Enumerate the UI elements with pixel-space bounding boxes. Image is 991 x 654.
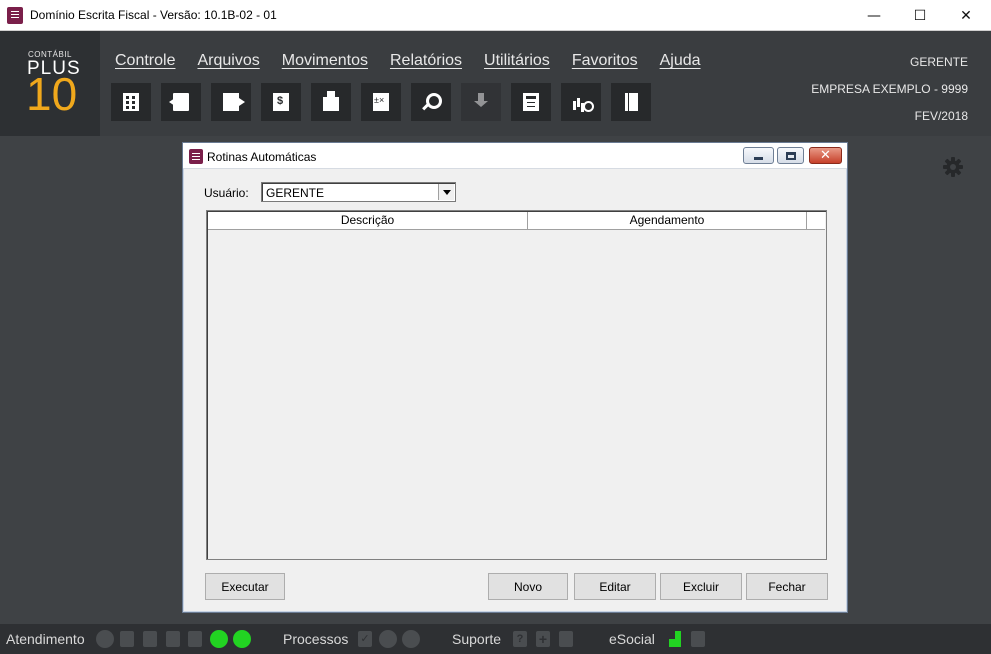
record-icon[interactable] <box>96 630 114 648</box>
list-icon[interactable] <box>143 631 157 647</box>
building-icon <box>123 93 139 111</box>
period: FEV/2018 <box>914 109 968 123</box>
dialog-maximize-button[interactable] <box>777 147 804 164</box>
esocial-status-icon[interactable] <box>669 631 683 647</box>
status-online-icon <box>210 630 228 648</box>
printer-icon <box>323 91 339 111</box>
dialog-titlebar: Rotinas Automáticas ✕ <box>183 143 847 169</box>
list-icon[interactable] <box>559 631 573 647</box>
support-label: Suporte <box>452 631 502 647</box>
chart-search-icon <box>573 93 594 112</box>
menu-relatorios[interactable]: Relatórios <box>390 52 462 70</box>
delete-button[interactable]: Excluir <box>660 573 742 600</box>
statusbar: Atendimento Processos ✓ Suporte ? + eSoc… <box>0 624 991 654</box>
toolbar <box>111 83 651 121</box>
plus-icon[interactable]: + <box>536 631 550 647</box>
toolbar-tax-button[interactable] <box>261 83 301 121</box>
maximize-icon <box>785 151 796 160</box>
dialog-title: Rotinas Automáticas <box>207 150 317 164</box>
user-select[interactable]: GERENTE <box>261 182 456 202</box>
rotinas-dialog: Rotinas Automáticas ✕ Usuário: GERENTE D… <box>182 142 848 613</box>
esocial-label: eSocial <box>609 631 655 647</box>
logo-number: 10 <box>26 68 78 120</box>
calculator-operations-icon <box>373 93 389 111</box>
close-icon: ✕ <box>820 148 831 163</box>
toolbar-search-button[interactable] <box>411 83 451 121</box>
app-header: CONTÁBIL PLUS 10 Controle Arquivos Movim… <box>0 31 991 136</box>
column-header-agendamento[interactable]: Agendamento <box>528 212 807 229</box>
download-icon <box>473 93 489 111</box>
toolbar-print-button[interactable] <box>311 83 351 121</box>
window-title: Domínio Escrita Fiscal - Versão: 10.1B-0… <box>30 8 277 22</box>
attendance-label: Atendimento <box>6 631 85 647</box>
menu-favoritos[interactable]: Favoritos <box>572 52 638 70</box>
menu-controle[interactable]: Controle <box>115 52 175 70</box>
list-icon[interactable] <box>691 631 705 647</box>
calculator-icon <box>523 93 539 111</box>
column-header-descricao[interactable]: Descrição <box>208 212 528 229</box>
gear-icon[interactable] <box>943 157 963 177</box>
remote-access-icon[interactable] <box>188 631 202 647</box>
close-dialog-button[interactable]: Fechar <box>746 573 828 600</box>
document-export-icon <box>223 93 245 111</box>
toolbar-chart-button[interactable] <box>561 83 601 121</box>
toolbar-book-button[interactable] <box>611 83 651 121</box>
edit-button[interactable]: Editar <box>574 573 656 600</box>
menu-arquivos[interactable]: Arquivos <box>197 52 259 70</box>
toolbar-calc-ops-button[interactable] <box>361 83 401 121</box>
book-icon <box>624 93 638 111</box>
processes-label: Processos <box>283 631 349 647</box>
toolbar-companies-button[interactable] <box>111 83 151 121</box>
app-icon <box>7 7 23 24</box>
maximize-button[interactable]: ☐ <box>897 0 943 31</box>
dialog-close-button[interactable]: ✕ <box>809 147 842 164</box>
routines-table[interactable]: Descrição Agendamento <box>206 210 827 560</box>
minimize-button[interactable]: — <box>851 0 897 31</box>
process-status-icon <box>379 630 397 648</box>
menu-ajuda[interactable]: Ajuda <box>660 52 701 70</box>
minimize-icon <box>754 157 763 160</box>
menu-movimentos[interactable]: Movimentos <box>282 52 368 70</box>
help-icon[interactable]: ? <box>513 631 527 647</box>
document-import-icon <box>169 93 189 111</box>
dialog-minimize-button[interactable] <box>743 147 774 164</box>
toolbar-export-button[interactable] <box>211 83 251 121</box>
toolbar-import-button[interactable] <box>161 83 201 121</box>
close-button[interactable]: ✕ <box>943 0 989 31</box>
user-name: GERENTE <box>909 55 968 69</box>
new-button[interactable]: Novo <box>488 573 568 600</box>
menu-utilitarios[interactable]: Utilitários <box>484 52 550 70</box>
main-menu: Controle Arquivos Movimentos Relatórios … <box>115 52 701 70</box>
check-icon[interactable]: ✓ <box>358 631 372 647</box>
column-header-spacer <box>807 212 825 229</box>
status-connected-icon <box>233 630 251 648</box>
chat-icon[interactable] <box>120 631 134 647</box>
toolbar-calculator-button[interactable] <box>511 83 551 121</box>
execute-button[interactable]: Executar <box>205 573 285 600</box>
product-logo: CONTÁBIL PLUS 10 <box>0 31 100 136</box>
document-money-icon <box>273 93 289 111</box>
table-header: Descrição Agendamento <box>208 212 825 230</box>
search-icon <box>422 93 442 111</box>
user-select-value: GERENTE <box>266 186 325 200</box>
toolbar-download-button[interactable] <box>461 83 501 121</box>
video-icon[interactable] <box>166 631 180 647</box>
chevron-down-icon[interactable] <box>438 184 454 200</box>
company-name: EMPRESA EXEMPLO - 9999 <box>811 82 968 96</box>
process-status-icon <box>402 630 420 648</box>
user-label: Usuário: <box>204 186 249 200</box>
window-titlebar: Domínio Escrita Fiscal - Versão: 10.1B-0… <box>0 0 991 31</box>
dialog-icon <box>189 149 203 164</box>
